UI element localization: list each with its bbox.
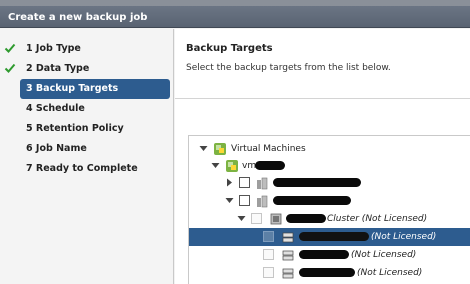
step-label: 7 Ready to Complete xyxy=(26,163,138,174)
datacenter-icon xyxy=(257,177,268,190)
expand-down-icon[interactable] xyxy=(225,196,234,205)
select-checkbox[interactable] xyxy=(263,267,274,278)
tree-row-cluster[interactable]: Cluster (Not Licensed) xyxy=(189,210,470,228)
step-label: 3 Backup Targets xyxy=(26,83,119,94)
step-label: 5 Retention Policy xyxy=(26,123,124,134)
datacenter-icon xyxy=(257,195,268,208)
backup-job-dialog: Create a new backup job 1 Job Type 2 Dat… xyxy=(0,6,470,284)
host-icon xyxy=(282,250,294,261)
redacted-name xyxy=(286,214,326,223)
expand-down-icon[interactable] xyxy=(211,161,220,170)
redacted-name xyxy=(299,268,355,277)
redacted-name xyxy=(255,161,285,170)
redacted-name xyxy=(299,232,369,241)
cluster-icon xyxy=(270,213,282,225)
step-job-type[interactable]: 1 Job Type xyxy=(4,39,170,59)
expand-down-icon[interactable] xyxy=(237,214,246,223)
vsphere-icon xyxy=(214,143,226,155)
tree-row-host-selected[interactable]: (Not Licensed) xyxy=(189,228,470,246)
expand-right-icon[interactable] xyxy=(225,178,234,187)
backup-target-tree: Virtual Machines vm Cluster (Not License… xyxy=(188,135,470,284)
vsphere-icon xyxy=(226,160,238,172)
step-label: 1 Job Type xyxy=(26,43,81,54)
tree-row-virtual-machines[interactable]: Virtual Machines xyxy=(189,140,470,158)
tree-label: (Not Licensed) xyxy=(351,250,417,260)
redacted-name xyxy=(273,178,361,187)
step-ready-to-complete[interactable]: 7 Ready to Complete xyxy=(20,159,170,179)
select-checkbox[interactable] xyxy=(263,231,274,242)
step-job-name[interactable]: 6 Job Name xyxy=(20,139,170,159)
redacted-name xyxy=(273,196,351,205)
host-icon xyxy=(282,268,294,279)
step-retention-policy[interactable]: 5 Retention Policy xyxy=(20,119,170,139)
expand-down-icon[interactable] xyxy=(199,144,208,153)
tree-row-vcenter[interactable]: vm xyxy=(189,157,470,175)
step-backup-targets[interactable]: 3 Backup Targets xyxy=(20,79,170,99)
tree-row-host[interactable]: (Not Licensed) xyxy=(189,264,470,282)
step-label: 6 Job Name xyxy=(26,143,87,154)
tree-row-datacenter-2[interactable] xyxy=(189,192,470,210)
select-checkbox[interactable] xyxy=(239,177,250,188)
tree-row-host[interactable]: (Not Licensed) xyxy=(189,246,470,264)
step-schedule[interactable]: 4 Schedule xyxy=(20,99,170,119)
tree-label: Virtual Machines xyxy=(231,144,306,154)
step-data-type[interactable]: 2 Data Type xyxy=(4,59,170,79)
dialog-title: Create a new backup job xyxy=(0,6,470,28)
step-label: 2 Data Type xyxy=(26,63,90,74)
redacted-name xyxy=(299,250,349,259)
content-header: Backup Targets Select the backup targets… xyxy=(175,29,470,99)
wizard-steps: 1 Job Type 2 Data Type 3 Backup Targets … xyxy=(0,29,174,284)
tree-row-datacenter-1[interactable] xyxy=(189,174,470,192)
page-description: Select the backup targets from the list … xyxy=(186,63,391,73)
select-checkbox[interactable] xyxy=(263,249,274,260)
tree-label: (Not Licensed) xyxy=(371,232,437,242)
step-label: 4 Schedule xyxy=(26,103,85,114)
content-pane: Backup Targets Select the backup targets… xyxy=(175,29,470,284)
tree-label: vm xyxy=(242,161,257,171)
checkmark-icon xyxy=(4,63,16,73)
page-title: Backup Targets xyxy=(186,43,273,54)
select-checkbox[interactable] xyxy=(251,213,262,224)
checkmark-icon xyxy=(4,43,16,53)
host-icon xyxy=(282,232,294,243)
tree-label: (Not Licensed) xyxy=(357,268,423,278)
tree-label: Cluster (Not Licensed) xyxy=(327,214,428,224)
select-checkbox[interactable] xyxy=(239,195,250,206)
